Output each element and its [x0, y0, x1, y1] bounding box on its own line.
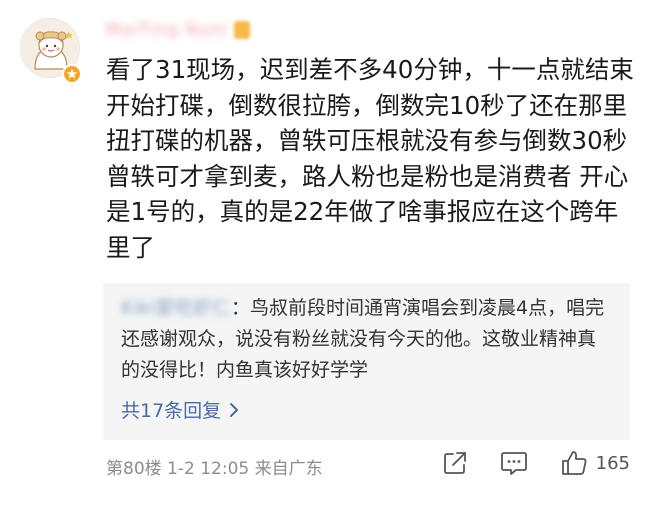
comment-button[interactable] [500, 450, 528, 476]
like-button[interactable]: 165 [560, 449, 630, 477]
fan-badge-icon [234, 21, 251, 39]
reply-preview[interactable]: Kiki爱吃虾仁：鸟叔前段时间通宵演唱会到凌晨4点，唱完还感谢观众，说没有粉丝就… [103, 283, 630, 440]
chevron-right-icon [230, 402, 239, 417]
share-icon [443, 452, 466, 474]
view-replies-label: 共17条回复 [121, 400, 222, 422]
avatar-container[interactable] [20, 18, 84, 84]
like-icon [561, 451, 587, 475]
comment-text: 看了31现场，迟到差不多40分钟，十一点就结束开始打碟，倒数很拉胯，倒数完10秒… [106, 55, 634, 262]
reply-text-block: Kiki爱吃虾仁：鸟叔前段时间通宵演唱会到凌晨4点，唱完还感谢观众，说没有粉丝就… [121, 293, 611, 386]
action-bar: 165 [442, 449, 630, 477]
reply-author[interactable]: Kiki爱吃虾仁 [121, 297, 231, 319]
like-count: 165 [595, 452, 630, 474]
reply-separator: ： [231, 297, 251, 319]
share-button[interactable] [442, 450, 468, 476]
verified-badge-icon [62, 64, 82, 84]
username[interactable]: MaiTing Nuni [106, 20, 228, 40]
comment-icon [500, 452, 527, 475]
username-row: MaiTing Nuni [106, 18, 251, 42]
view-replies-link[interactable]: 共17条回复 [121, 396, 614, 423]
comment-meta: 第80楼 1-2 12:05 来自广东 [106, 459, 323, 479]
